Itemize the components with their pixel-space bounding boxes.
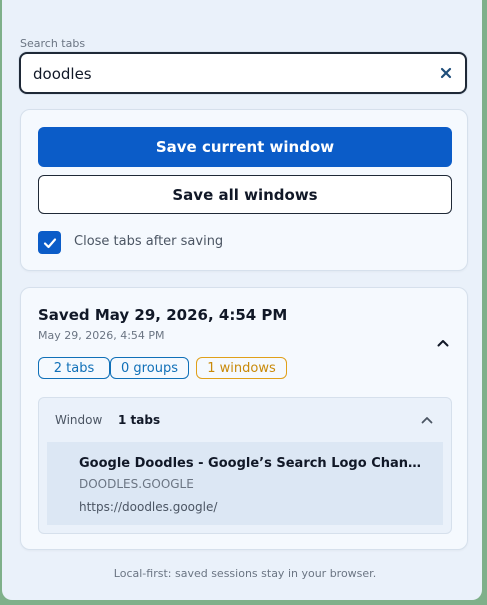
- close-tabs-label[interactable]: Close tabs after saving: [74, 234, 223, 249]
- search-label: Search tabs: [20, 37, 86, 50]
- chevron-up-svg: [437, 340, 449, 347]
- saved-session-card: Saved May 29, 2026, 4:54 PM May 29, 2026…: [20, 287, 468, 550]
- tab-domain: DOODLES.GOOGLE: [79, 477, 194, 491]
- popup-panel: Search tabs Save current window Save all…: [2, 0, 482, 600]
- save-actions-card: Save current window Save all windows Clo…: [20, 109, 468, 271]
- checkmark-icon: [43, 237, 56, 248]
- windows-count-badge: 1 windows: [196, 357, 287, 379]
- window-chevron-svg: [421, 417, 433, 424]
- save-current-window-button[interactable]: Save current window: [38, 127, 452, 167]
- chevron-up-icon[interactable]: [435, 335, 451, 351]
- close-icon-svg: [440, 67, 452, 79]
- tab-title: Google Doodles - Google’s Search Logo Ch…: [79, 456, 429, 471]
- tab-url[interactable]: https://doodles.google/: [79, 500, 217, 514]
- saved-tab-item[interactable]: Google Doodles - Google’s Search Logo Ch…: [47, 442, 443, 525]
- close-icon[interactable]: [437, 64, 455, 82]
- chevron-up-icon[interactable]: [419, 412, 435, 428]
- search-input[interactable]: [33, 63, 413, 85]
- footer-note: Local-first: saved sessions stay in your…: [113, 567, 377, 580]
- session-timestamp: May 29, 2026, 4:54 PM: [38, 329, 165, 342]
- groups-count-badge: 0 groups: [110, 357, 189, 379]
- window-label: Window: [55, 413, 103, 427]
- close-tabs-checkbox[interactable]: [38, 231, 61, 254]
- save-all-windows-button[interactable]: Save all windows: [38, 175, 452, 214]
- tabs-count-badge: 2 tabs: [38, 357, 110, 379]
- window-tab-count: 1 tabs: [118, 413, 161, 427]
- session-title: Saved May 29, 2026, 4:54 PM: [38, 306, 288, 324]
- window-group: Window 1 tabs Google Doodles - Google’s …: [38, 397, 452, 534]
- search-box[interactable]: [19, 52, 467, 94]
